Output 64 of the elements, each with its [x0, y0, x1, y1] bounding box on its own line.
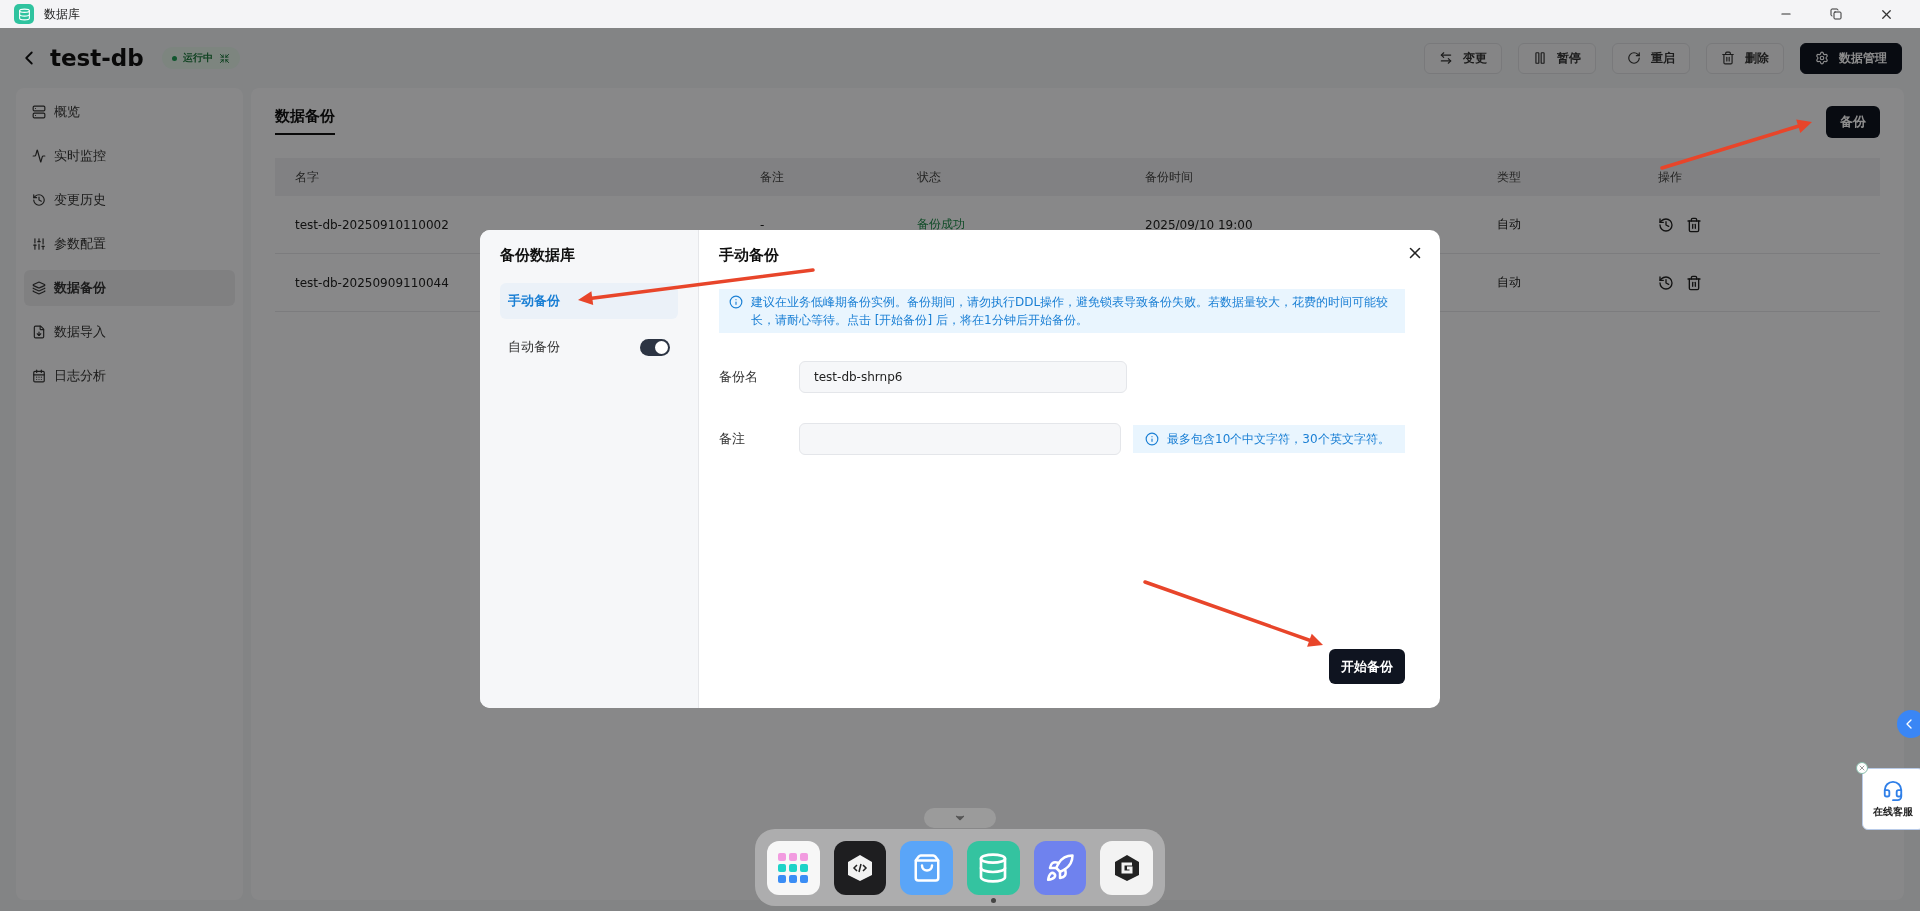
dialog-menu-item[interactable]: 自动备份	[500, 329, 678, 365]
history-icon[interactable]	[1658, 274, 1674, 291]
action-button[interactable]: 暂停	[1518, 42, 1596, 74]
column-header: 备份时间	[1125, 158, 1477, 196]
activity-icon	[32, 149, 46, 163]
sidebar-item[interactable]: 数据导入	[24, 314, 235, 350]
sidebar-item[interactable]: 实时监控	[24, 138, 235, 174]
column-header: 操作	[1638, 158, 1880, 196]
calendar-icon	[32, 369, 46, 383]
code-cube-icon[interactable]	[833, 840, 887, 895]
support-label: 在线客服	[1873, 804, 1913, 819]
action-button[interactable]: 变更	[1424, 42, 1502, 74]
info-notice: 建议在业务低峰期备份实例。备份期间，请勿执行DDL操作，避免锁表导致备份失败。若数据量较大，花费的时间可能较长，请耐心等待。点击 [开始备份] 后，将在1分钟后开始备份。	[719, 289, 1405, 333]
start-backup-button[interactable]: 开始备份	[1329, 649, 1405, 684]
action-button[interactable]: 重启	[1612, 42, 1690, 74]
backup-button[interactable]: 备份	[1826, 106, 1880, 138]
support-widget[interactable]: 在线客服	[1862, 768, 1920, 830]
hint-notice: 最多包含10个中文字符，30个英文字符。	[1133, 425, 1405, 453]
sidebar-item[interactable]: 参数配置	[24, 226, 235, 262]
input-field[interactable]	[799, 423, 1121, 455]
layers-icon	[32, 281, 46, 295]
shopping-bag-icon[interactable]	[900, 840, 953, 895]
dock-toggle[interactable]	[924, 808, 996, 828]
sidebar-item[interactable]: 概览	[24, 94, 235, 130]
field-label: 备注	[719, 430, 746, 448]
sidebar-item[interactable]: 日志分析	[24, 358, 235, 394]
sliders-icon	[32, 237, 46, 251]
tab[interactable]: 数据备份	[275, 101, 335, 135]
dialog-menu-item[interactable]: 手动备份	[500, 283, 678, 319]
field-label: 备份名	[719, 368, 759, 386]
rocket-icon[interactable]	[1033, 840, 1087, 895]
import-icon	[32, 325, 46, 339]
app-logo-icon	[14, 4, 34, 24]
menu-label: 自动备份	[508, 338, 560, 356]
action-button[interactable]: 删除	[1706, 42, 1784, 74]
toggle-switch[interactable]	[640, 338, 670, 356]
hexagon-logo-icon[interactable]	[1100, 840, 1154, 895]
table-cell: 自动	[1477, 196, 1638, 254]
action-button[interactable]: 数据管理	[1800, 42, 1902, 74]
info-icon	[729, 295, 743, 309]
input-field[interactable]: test-db-shrnp6	[799, 361, 1127, 393]
app-grid-icon[interactable]	[767, 840, 820, 895]
trash-icon	[1721, 51, 1735, 65]
column-header: 类型	[1477, 158, 1638, 196]
history-icon[interactable]	[1658, 216, 1674, 233]
trash-icon[interactable]	[1686, 216, 1702, 233]
page-title: test-db	[50, 45, 144, 71]
settings-icon	[1815, 51, 1829, 65]
column-header: 名字	[275, 158, 740, 196]
restart-icon	[1627, 51, 1641, 65]
info-icon	[1145, 432, 1159, 446]
server-icon	[32, 105, 46, 119]
column-header: 备注	[740, 158, 897, 196]
pause-icon	[1533, 51, 1547, 65]
table-cell: 自动	[1477, 254, 1638, 312]
sidebar-item[interactable]: 数据备份	[24, 270, 235, 306]
status-badge: 运行中	[161, 47, 240, 69]
headset-icon	[1882, 779, 1904, 802]
trash-icon[interactable]	[1686, 274, 1702, 291]
swap-icon	[1439, 51, 1453, 65]
window-title: 数据库	[44, 5, 81, 23]
column-header: 状态	[897, 158, 1125, 196]
history-icon	[32, 193, 46, 207]
sidebar-item[interactable]: 变更历史	[24, 182, 235, 218]
